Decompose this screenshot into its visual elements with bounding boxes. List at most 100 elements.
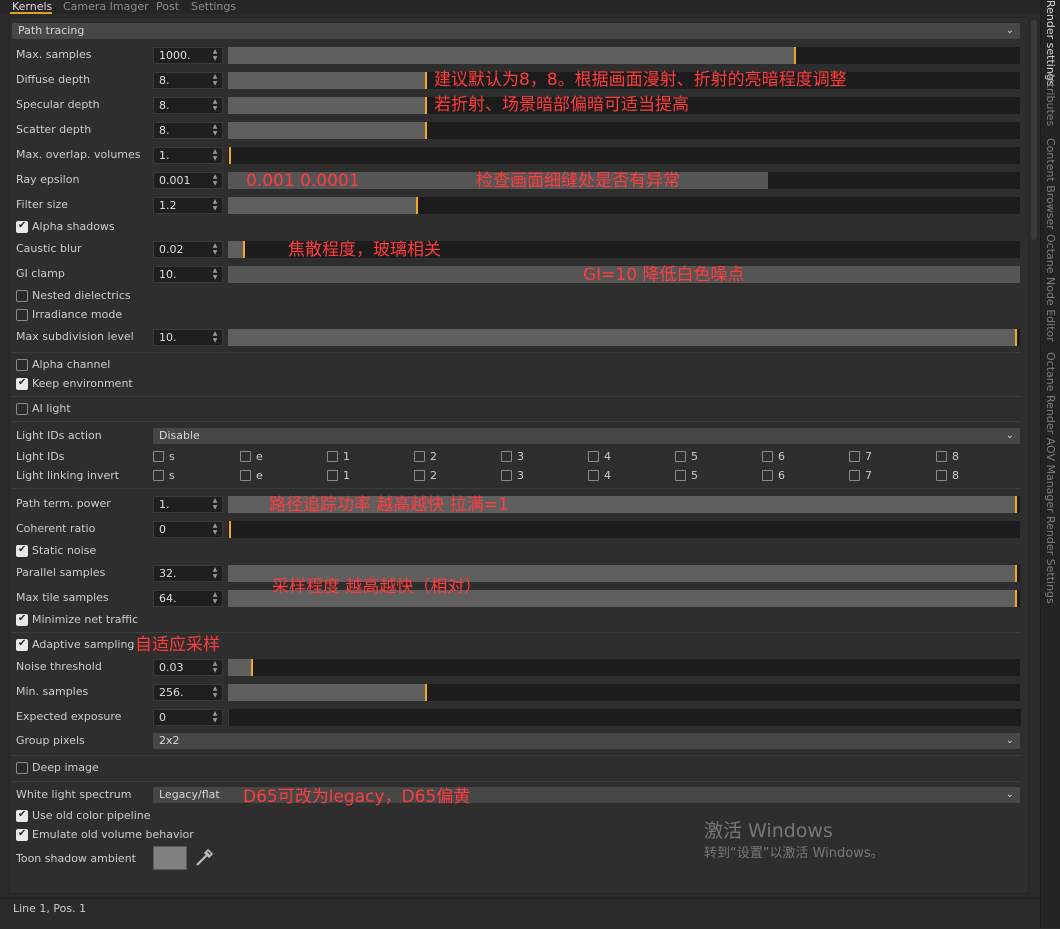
spinner-icon[interactable]: ▲ ▼ [211,267,219,282]
light-id-checkbox-1[interactable] [327,451,338,462]
side-tab-render-settings-2[interactable]: Render Settings [1044,516,1057,604]
minimize-net-traffic-checkbox[interactable] [16,613,28,626]
noise-threshold-slider[interactable] [228,659,1020,676]
side-tab-octane-render-aov-manager[interactable]: Octane Render AOV Manager [1044,352,1057,513]
max-subdivision-slider[interactable] [228,329,1020,346]
toon-shadow-color-swatch[interactable] [153,846,187,870]
spinner-icon[interactable]: ▲ ▼ [211,685,219,700]
tab-settings[interactable]: Settings [191,0,236,14]
light-id-checkbox-2[interactable] [414,451,425,462]
side-tab-octane-node-editor[interactable]: Octane Node Editor [1044,234,1057,342]
side-tab-attributes[interactable]: Attributes [1044,72,1057,126]
slider-handle[interactable] [794,47,796,64]
link-invert-checkbox-1[interactable] [327,470,338,481]
link-invert-checkbox-3[interactable] [501,470,512,481]
light-ids-action-dropdown[interactable]: Disable ⌄ [153,428,1020,444]
slider-handle[interactable] [1015,565,1017,582]
slider-handle[interactable] [251,659,253,676]
link-invert-checkbox-5[interactable] [675,470,686,481]
path-term-power-input[interactable]: 1. ▲ ▼ [153,496,223,513]
link-invert-checkbox-s[interactable] [153,470,164,481]
tab-camera-imager[interactable]: Camera Imager [63,0,149,14]
ai-light-checkbox[interactable] [16,403,28,415]
side-tab-content-browser[interactable]: Content Browser [1044,138,1057,230]
spinner-icon[interactable]: ▲ ▼ [211,198,219,213]
filter-size-input[interactable]: 1.2 ▲ ▼ [153,197,223,214]
slider-handle[interactable] [425,122,427,139]
alpha-channel-checkbox[interactable] [16,359,28,371]
nested-dielectrics-checkbox[interactable] [16,290,28,302]
spinner-icon[interactable]: ▲ ▼ [211,566,219,581]
caustic-blur-input[interactable]: 0.02 ▲ ▼ [153,241,223,258]
max-tile-samples-input[interactable]: 64. ▲ ▼ [153,590,223,607]
max-samples-input[interactable]: 1000. ▲ ▼ [153,47,223,64]
spinner-icon[interactable]: ▲ ▼ [211,660,219,675]
irradiance-mode-checkbox[interactable] [16,309,28,321]
max-overlap-slider[interactable] [228,147,1020,164]
min-samples-input[interactable]: 256. ▲ ▼ [153,684,223,701]
scatter-depth-input[interactable]: 8. ▲ ▼ [153,122,223,139]
spinner-icon[interactable]: ▲ ▼ [211,98,219,113]
slider-handle[interactable] [425,97,427,114]
kernel-type-dropdown[interactable]: Path tracing ⌄ [12,23,1020,39]
group-pixels-dropdown[interactable]: 2x2 ⌄ [153,733,1020,749]
light-id-checkbox-e[interactable] [240,451,251,462]
light-id-checkbox-4[interactable] [588,451,599,462]
light-id-checkbox-8[interactable] [936,451,947,462]
spinner-icon[interactable]: ▲ ▼ [211,497,219,512]
parallel-samples-input[interactable]: 32. ▲ ▼ [153,565,223,582]
link-invert-checkbox-7[interactable] [849,470,860,481]
emulate-old-volume-checkbox[interactable] [16,828,28,841]
ray-epsilon-input[interactable]: 0.001 ▲ ▼ [153,172,223,189]
adaptive-sampling-checkbox[interactable] [16,638,28,651]
spinner-icon[interactable]: ▲ ▼ [211,710,219,725]
eyedropper-icon[interactable] [194,846,218,870]
spinner-icon[interactable]: ▲ ▼ [211,73,219,88]
light-id-checkbox-s[interactable] [153,451,164,462]
gi-clamp-input[interactable]: 10. ▲ ▼ [153,266,223,283]
spinner-icon[interactable]: ▲ ▼ [211,48,219,63]
diffuse-depth-input[interactable]: 8. ▲ ▼ [153,72,223,89]
tab-post[interactable]: Post [156,0,179,14]
min-samples-slider[interactable] [228,684,1020,701]
light-id-checkbox-7[interactable] [849,451,860,462]
filter-size-slider[interactable] [228,197,1020,214]
specular-depth-input[interactable]: 8. ▲ ▼ [153,97,223,114]
spinner-icon[interactable]: ▲ ▼ [211,148,219,163]
static-noise-checkbox[interactable] [16,544,28,557]
slider-handle[interactable] [1015,496,1017,513]
expected-exposure-input[interactable]: 0 ▲ ▼ [153,709,223,726]
use-old-color-pipeline-checkbox[interactable] [16,809,28,822]
link-invert-checkbox-8[interactable] [936,470,947,481]
spinner-icon[interactable]: ▲ ▼ [211,173,219,188]
alpha-shadows-checkbox[interactable] [16,220,28,233]
spinner-icon[interactable]: ▲ ▼ [211,591,219,606]
noise-threshold-input[interactable]: 0.03 ▲ ▼ [153,659,223,676]
spinner-icon[interactable]: ▲ ▼ [211,242,219,257]
slider-handle[interactable] [243,241,245,258]
link-invert-checkbox-6[interactable] [762,470,773,481]
link-invert-checkbox-2[interactable] [414,470,425,481]
spinner-icon[interactable]: ▲ ▼ [211,522,219,537]
coherent-ratio-slider[interactable] [228,521,1020,538]
expected-exposure-slider[interactable] [228,709,1021,726]
link-invert-checkbox-e[interactable] [240,470,251,481]
light-id-checkbox-3[interactable] [501,451,512,462]
slider-handle[interactable] [1015,329,1017,346]
deep-image-checkbox[interactable] [16,762,28,774]
spinner-icon[interactable]: ▲ ▼ [211,330,219,345]
slider-handle[interactable] [229,147,231,164]
spinner-icon[interactable]: ▲ ▼ [211,123,219,138]
scatter-depth-slider[interactable] [228,122,1020,139]
light-id-checkbox-5[interactable] [675,451,686,462]
slider-handle[interactable] [229,521,231,538]
light-id-checkbox-6[interactable] [762,451,773,462]
max-subdivision-input[interactable]: 10. ▲ ▼ [153,329,223,346]
max-overlap-input[interactable]: 1. ▲ ▼ [153,147,223,164]
coherent-ratio-input[interactable]: 0 ▲ ▼ [153,521,223,538]
keep-environment-checkbox[interactable] [16,377,28,390]
link-invert-checkbox-4[interactable] [588,470,599,481]
slider-handle[interactable] [1015,590,1017,607]
slider-handle[interactable] [425,72,427,89]
slider-handle[interactable] [425,684,427,701]
